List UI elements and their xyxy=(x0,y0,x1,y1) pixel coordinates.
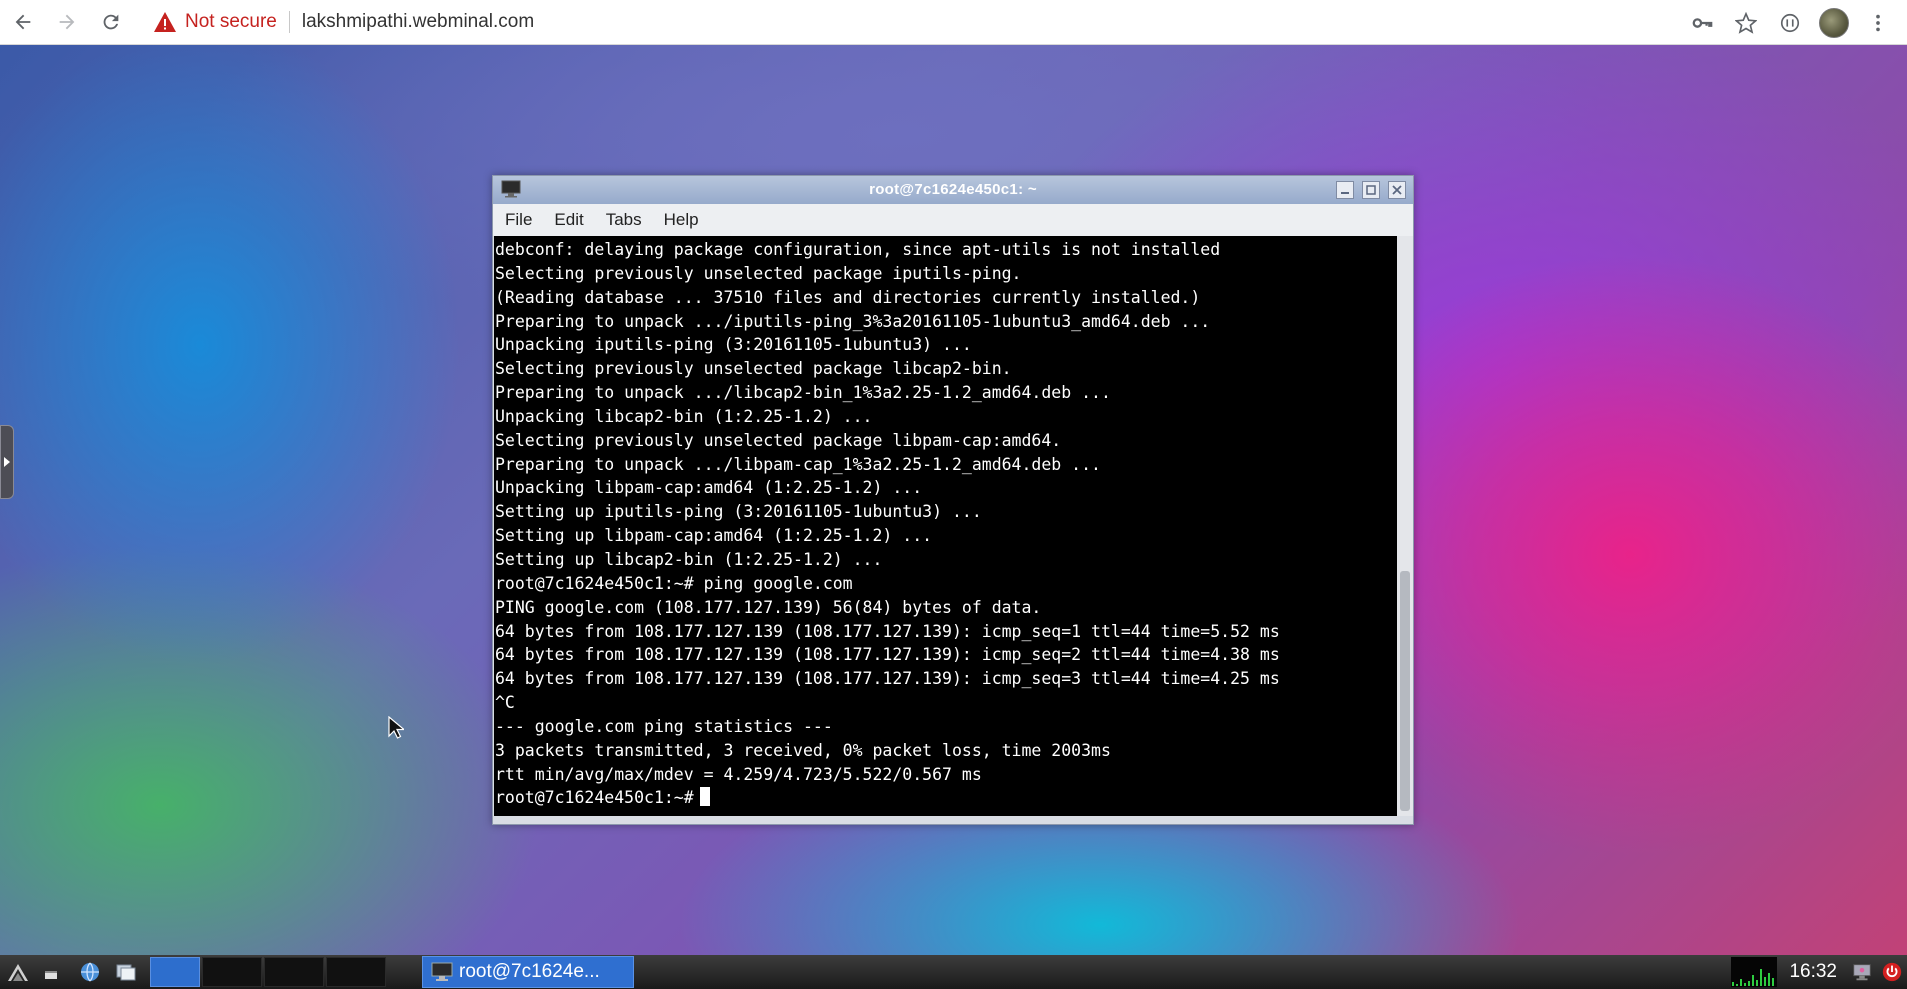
network-icon xyxy=(1853,964,1871,981)
text-cursor xyxy=(699,787,710,807)
terminal-window[interactable]: root@7c1624e450c1: ~ File Edit Tabs Help… xyxy=(492,175,1414,825)
terminal-scrollbar[interactable] xyxy=(1397,236,1413,816)
network-button[interactable] xyxy=(1847,957,1877,987)
reload-icon xyxy=(103,14,119,30)
browser-launcher[interactable] xyxy=(72,955,108,989)
more-menu-icon xyxy=(1876,14,1880,31)
extension-button[interactable] xyxy=(1775,8,1805,38)
terminal-line: ^C xyxy=(495,693,515,713)
taskbar: root@7c1624e... 16:32 xyxy=(0,955,1907,989)
terminal-line: Setting up iputils-ping (3:20161105-1ubu… xyxy=(495,502,982,522)
menu-edit[interactable]: Edit xyxy=(554,210,583,230)
terminal-line: PING google.com (108.177.127.139) 56(84)… xyxy=(495,597,1042,617)
terminal-line: Selecting previously unselected package … xyxy=(495,359,1012,379)
terminal-line: Selecting previously unselected package … xyxy=(495,263,1022,283)
terminal-line: 64 bytes from 108.177.127.139 (108.177.1… xyxy=(495,669,1280,689)
menu-tabs[interactable]: Tabs xyxy=(606,210,642,230)
extension-icon xyxy=(1780,13,1800,32)
terminal-line: 64 bytes from 108.177.127.139 (108.177.1… xyxy=(495,621,1280,641)
power-button[interactable] xyxy=(1877,957,1907,987)
terminal-line: Selecting previously unselected package … xyxy=(495,430,1062,450)
terminal-line: rtt min/avg/max/mdev = 4.259/4.723/5.522… xyxy=(495,764,982,784)
clock[interactable]: 16:32 xyxy=(1789,961,1837,983)
scrollbar-thumb[interactable] xyxy=(1400,571,1410,811)
star-icon xyxy=(1735,11,1757,34)
window-title-bar[interactable]: root@7c1624e450c1: ~ xyxy=(493,176,1413,204)
browser-toolbar: Not secure lakshmipathi.webminal.com xyxy=(0,0,1907,45)
terminal-line: 3 packets transmitted, 3 received, 0% pa… xyxy=(495,740,1111,760)
workspace-3[interactable] xyxy=(264,957,324,987)
file-manager-icon xyxy=(116,964,136,981)
address-divider xyxy=(288,11,290,33)
taskbar-item-label: root@7c1624e... xyxy=(459,961,600,982)
terminal-line: root@7c1624e450c1:~# ping google.com xyxy=(495,573,853,593)
warning-icon xyxy=(154,12,176,32)
workspace-1[interactable] xyxy=(150,957,200,987)
taskbar-terminal-item[interactable]: root@7c1624e... xyxy=(422,956,634,988)
bookmark-button[interactable] xyxy=(1731,8,1761,38)
window-title: root@7c1624e450c1: ~ xyxy=(869,181,1037,198)
workspace-4[interactable] xyxy=(326,957,386,987)
terminal-line: 64 bytes from 108.177.127.139 (108.177.1… xyxy=(495,645,1280,665)
forward-arrow-icon xyxy=(59,14,75,30)
key-icon xyxy=(1692,17,1713,28)
maximize-icon xyxy=(1366,185,1376,195)
address-bar[interactable]: lakshmipathi.webminal.com xyxy=(302,11,534,33)
terminal-output[interactable]: debconf: delaying package configuration,… xyxy=(494,236,1397,816)
workspace-2[interactable] xyxy=(202,957,262,987)
terminal-line: --- google.com ping statistics --- xyxy=(495,716,833,736)
terminal-menu-bar: File Edit Tabs Help xyxy=(493,204,1413,236)
password-key-button[interactable] xyxy=(1687,8,1717,38)
back-arrow-icon xyxy=(15,14,31,30)
menu-file[interactable]: File xyxy=(505,210,532,230)
terminal-line: Unpacking libpam-cap:amd64 (1:2.25-1.2) … xyxy=(495,478,923,498)
minimize-button[interactable] xyxy=(1336,181,1354,199)
terminal-lines: debconf: delaying package configuration,… xyxy=(494,236,1397,810)
browser-icon xyxy=(81,962,99,982)
profile-avatar[interactable] xyxy=(1819,7,1849,38)
terminal-line: Setting up libcap2-bin (1:2.25-1.2) ... xyxy=(495,549,883,569)
close-button[interactable] xyxy=(1388,181,1406,199)
side-panel-handle[interactable] xyxy=(0,425,14,499)
terminal-line: Unpacking iputils-ping (3:20161105-1ubun… xyxy=(495,335,972,355)
show-desktop-icon xyxy=(45,971,57,979)
terminal-prompt-line[interactable]: root@7c1624e450c1:~# xyxy=(495,786,1397,810)
forward-button[interactable] xyxy=(49,4,85,40)
terminal-line: Preparing to unpack .../iputils-ping_3%3… xyxy=(495,311,1211,331)
start-menu-button[interactable] xyxy=(0,955,36,989)
terminal-line: Unpacking libcap2-bin (1:2.25-1.2) ... xyxy=(495,406,873,426)
browser-menu-button[interactable] xyxy=(1863,8,1893,38)
start-menu-icon xyxy=(8,964,28,981)
terminal-line: Preparing to unpack .../libpam-cap_1%3a2… xyxy=(495,454,1101,474)
expand-arrow-icon xyxy=(4,457,10,467)
menu-help[interactable]: Help xyxy=(664,210,699,230)
power-icon xyxy=(1882,962,1902,982)
system-tray: 16:32 xyxy=(1731,955,1907,989)
terminal-line: Setting up libpam-cap:amd64 (1:2.25-1.2)… xyxy=(495,526,933,546)
cpu-graph xyxy=(1731,957,1778,987)
file-manager-launcher[interactable] xyxy=(108,955,144,989)
back-button[interactable] xyxy=(5,4,41,40)
terminal-line: debconf: delaying package configuration,… xyxy=(495,240,1221,259)
close-icon xyxy=(1392,185,1402,195)
terminal-icon xyxy=(431,962,453,981)
terminal-line: Preparing to unpack .../libcap2-bin_1%3a… xyxy=(495,383,1111,403)
show-desktop-button[interactable] xyxy=(36,955,72,989)
maximize-button[interactable] xyxy=(1362,181,1380,199)
reload-button[interactable] xyxy=(93,4,129,40)
browser-actions xyxy=(1687,0,1907,45)
mouse-pointer-icon xyxy=(388,716,404,739)
security-label: Not secure xyxy=(185,11,277,32)
window-bottom-border xyxy=(493,816,1413,824)
security-indicator[interactable]: Not secure xyxy=(153,11,277,33)
minimize-icon xyxy=(1341,192,1349,194)
shell-prompt: root@7c1624e450c1:~# xyxy=(495,788,694,808)
terminal-line: (Reading database ... 37510 files and di… xyxy=(495,287,1201,307)
